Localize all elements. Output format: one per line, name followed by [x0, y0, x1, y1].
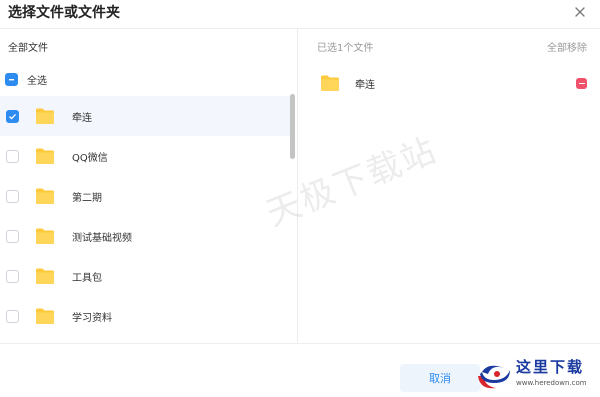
dialog-title: 选择文件或文件夹: [8, 5, 120, 21]
list-item[interactable]: QQ微信: [0, 136, 290, 176]
list-item[interactable]: 牵连: [0, 96, 290, 136]
item-name: QQ微信: [72, 152, 108, 164]
list-scrollbar[interactable]: [290, 94, 295, 159]
selected-item-name: 牵连: [355, 79, 375, 91]
selected-count: 已选1个文件: [317, 43, 374, 54]
item-name: 工具包: [72, 272, 102, 284]
all-files-panel: 全部文件 全选 牵连 QQ微信 第二期 测试基础视频 工具包 学习资料: [0, 29, 297, 343]
selected-item: 牵连: [298, 67, 600, 99]
all-files-label: 全部文件: [8, 43, 48, 54]
list-item[interactable]: 工具包: [0, 256, 290, 296]
list-item[interactable]: 学习资料: [0, 296, 290, 336]
select-all-checkbox[interactable]: [5, 72, 18, 86]
item-name: 学习资料: [72, 312, 112, 324]
item-checkbox[interactable]: [6, 189, 19, 203]
select-all-label: 全选: [27, 75, 47, 87]
folder-icon: [35, 267, 55, 285]
select-all-toggle[interactable]: 全选: [5, 71, 47, 87]
folder-icon: [35, 187, 55, 205]
item-name: 牵连: [72, 112, 92, 124]
folder-icon: [35, 307, 55, 325]
item-checkbox[interactable]: [6, 229, 19, 243]
folder-icon: [35, 147, 55, 165]
list-item[interactable]: 测试基础视频: [0, 216, 290, 256]
site-logo-text: 这里下载: [516, 358, 585, 376]
selected-panel: 已选1个文件 全部移除 牵连: [298, 29, 600, 343]
remove-all-button[interactable]: 全部移除: [547, 39, 587, 54]
file-list: 牵连 QQ微信 第二期 测试基础视频 工具包 学习资料: [0, 96, 290, 336]
cancel-button[interactable]: 取消: [400, 364, 480, 392]
item-checkbox[interactable]: [6, 309, 19, 323]
item-checkbox[interactable]: [6, 149, 19, 163]
item-name: 第二期: [72, 192, 102, 204]
item-checkbox[interactable]: [6, 109, 19, 123]
site-logo-emblem-icon: [478, 365, 510, 389]
site-logo: 这里下载 www.heredown.com: [470, 350, 598, 395]
file-picker-dialog: 选择文件或文件夹 全部文件 全选 牵连 QQ微信 第二期 测试基础视频 工具包 …: [0, 0, 600, 397]
footer-divider: [0, 343, 600, 344]
site-logo-url: www.heredown.com: [516, 379, 587, 387]
remove-item-icon[interactable]: [576, 78, 587, 89]
folder-icon: [35, 227, 55, 245]
list-item[interactable]: 第二期: [0, 176, 290, 216]
folder-icon: [320, 74, 340, 92]
item-name: 测试基础视频: [72, 232, 132, 244]
folder-icon: [35, 107, 55, 125]
close-icon[interactable]: [572, 4, 588, 20]
item-checkbox[interactable]: [6, 269, 19, 283]
